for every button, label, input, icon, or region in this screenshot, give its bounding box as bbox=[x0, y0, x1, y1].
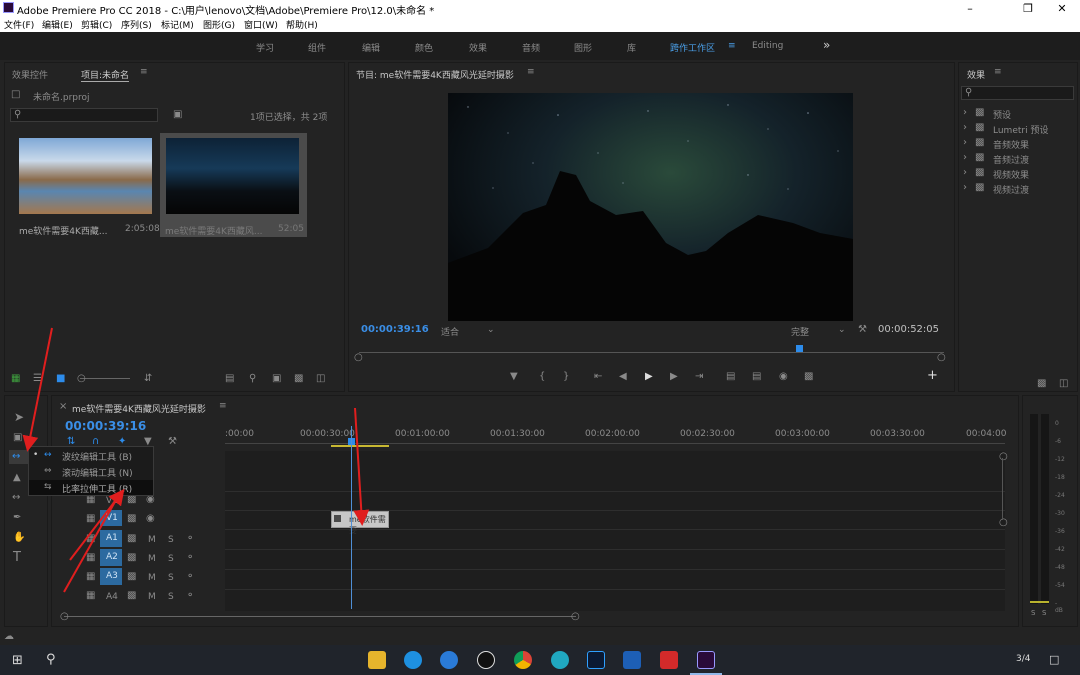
file-explorer-icon[interactable] bbox=[368, 651, 386, 669]
photoshop-icon[interactable] bbox=[587, 651, 605, 669]
browser-icon[interactable] bbox=[440, 651, 458, 669]
notification-icon[interactable]: □ bbox=[1049, 653, 1059, 666]
premiere-taskbar-icon[interactable] bbox=[697, 651, 715, 669]
edge-legacy-icon[interactable] bbox=[404, 651, 422, 669]
windows-start-icon[interactable]: ⊞ bbox=[12, 653, 23, 668]
annotation-arrow-tool bbox=[22, 327, 53, 452]
windows-taskbar: ⊞ ⚲ 3/4 □ bbox=[0, 645, 1080, 675]
qq-icon[interactable] bbox=[477, 651, 495, 669]
edge-icon[interactable] bbox=[551, 651, 569, 669]
page-indicator: 3/4 bbox=[1016, 654, 1031, 664]
chrome-icon[interactable] bbox=[514, 651, 532, 669]
annotation-arrow-clip bbox=[353, 407, 370, 526]
wps-icon[interactable] bbox=[660, 651, 678, 669]
search-icon[interactable]: ⚲ bbox=[46, 652, 56, 667]
annotation-arrow-menu-item-secondary bbox=[63, 499, 117, 593]
word-icon[interactable] bbox=[623, 651, 641, 669]
annotation-arrows bbox=[22, 327, 370, 593]
